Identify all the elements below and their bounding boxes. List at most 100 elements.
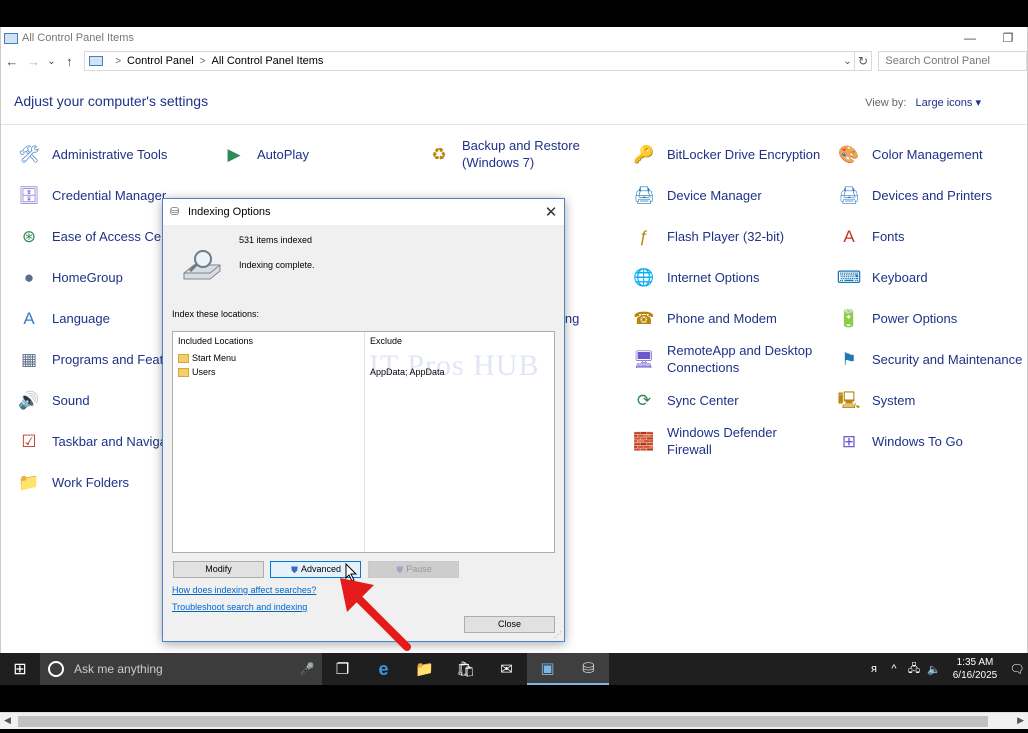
how-indexing-affects-link[interactable]: How does indexing affect searches? (172, 585, 316, 595)
remoteapp-icon: 🖥 (633, 349, 655, 369)
ease-of-access-icon: ⊛ (21, 226, 37, 246)
cp-item-phone[interactable]: ☎ Phone and Modem (631, 298, 776, 338)
locations-list[interactable]: Included Locations Start Menu Users Excl… (172, 331, 555, 553)
dialog-close-icon[interactable]: ✕ (538, 203, 564, 221)
store-icon[interactable]: 🛍 (445, 653, 486, 685)
scroll-right-icon[interactable]: ▶ (1017, 715, 1024, 726)
device-manager-icon: 🖨 (633, 185, 655, 205)
cp-item-color-management[interactable]: 🎨 Color Management (836, 134, 982, 174)
task-view-icon[interactable]: ❐ (322, 653, 363, 685)
window-titlebar: All Control Panel Items — ❐ (1, 27, 1027, 49)
restore-button[interactable]: ❐ (989, 31, 1027, 45)
cp-item-label: Language (52, 310, 110, 326)
cp-item-label: Taskbar and Naviga (52, 433, 167, 449)
show-hidden-icons-icon[interactable]: ^ (884, 663, 904, 675)
cp-item-flash[interactable]: ƒ Flash Player (32-bit) (631, 216, 784, 256)
people-icon[interactable]: ᴙ (864, 663, 884, 675)
cp-item-label: Device Manager (667, 187, 762, 203)
scrollbar-thumb[interactable] (18, 716, 988, 727)
address-dropdown-icon[interactable]: ⌄ (842, 56, 854, 67)
edge-icon[interactable]: e (363, 653, 404, 685)
scroll-left-icon[interactable]: ◀ (4, 715, 11, 726)
up-button[interactable]: ↑ (58, 54, 80, 69)
view-by-dropdown[interactable]: Large icons ▾ (916, 97, 981, 109)
resize-grip-icon[interactable]: ⋰ (554, 630, 562, 639)
cp-item-admin-tools[interactable]: 🛠 Administrative Tools (16, 134, 167, 174)
items-indexed-count: 531 items indexed (239, 235, 313, 245)
cp-item-bitlocker[interactable]: 🔑 BitLocker Drive Encryption (631, 134, 820, 174)
cp-item-work-folders[interactable]: 📁 Work Folders (16, 462, 129, 502)
cp-item-remoteapp[interactable]: 🖥 RemoteApp and Desktop Connections (631, 339, 812, 379)
folder-icon (178, 367, 189, 377)
search-input[interactable]: Search Control Panel (878, 51, 1027, 71)
dialog-titlebar: ⛁ Indexing Options ✕ (163, 199, 564, 225)
cp-item-autoplay[interactable]: ▶ AutoPlay (221, 134, 309, 174)
phone-icon: ☎ (633, 308, 655, 328)
cp-item-language[interactable]: A Language (16, 298, 110, 338)
taskbar-icon: ☑ (21, 431, 37, 451)
cp-item-windows-to-go[interactable]: ⊞ Windows To Go (836, 421, 963, 461)
cp-item-speaker[interactable]: 🔊 Sound (16, 380, 90, 420)
action-center-icon[interactable]: 🗨 (1006, 662, 1028, 676)
cp-item-backup[interactable]: ♻ Backup and Restore (Windows 7) (426, 134, 579, 174)
start-button[interactable]: ⊞ (0, 659, 40, 679)
address-bar[interactable]: > Control Panel > All Control Panel Item… (84, 51, 855, 71)
system-tray: ᴙ ^ 🖧 🔈 1:35 AM 6/16/2025 🗨 (864, 656, 1028, 682)
back-button[interactable]: ← (1, 54, 23, 69)
cp-item-keyboard[interactable]: ⌨ Keyboard (836, 257, 928, 297)
refresh-button[interactable]: ↻ (854, 51, 873, 71)
cp-item-fonts[interactable]: A Fonts (836, 216, 904, 256)
index-locations-label: Index these locations: (172, 309, 260, 319)
cp-item-sync[interactable]: ⟳ Sync Center (631, 380, 739, 420)
minimize-button[interactable]: — (951, 31, 989, 45)
cp-item-label: Programs and Featu (52, 351, 171, 367)
close-button[interactable]: Close (464, 616, 555, 633)
cp-item-label: Sync Center (667, 392, 739, 408)
power-options-icon: 🔋 (838, 308, 860, 328)
exclude-value (365, 351, 554, 365)
modify-button[interactable]: Modify (173, 561, 264, 578)
control-panel-icon[interactable]: ▣ (527, 653, 568, 685)
microphone-icon[interactable]: 🎤 (292, 662, 322, 676)
cp-item-ease-of-access[interactable]: ⊛ Ease of Access Cent (16, 216, 172, 256)
cp-item-firewall[interactable]: 🧱 Windows Defender Firewall (631, 421, 777, 461)
cp-item-device-manager[interactable]: 🖨 Device Manager (631, 175, 762, 215)
cp-item-label: Windows Defender Firewall (667, 425, 777, 457)
cp-item-flag[interactable]: ⚑ Security and Maintenance (836, 339, 1022, 379)
clock[interactable]: 1:35 AM 6/16/2025 (944, 656, 1006, 682)
cp-item-power-options[interactable]: 🔋 Power Options (836, 298, 957, 338)
cp-item-label: Sound (52, 392, 90, 408)
admin-tools-icon: 🛠 (18, 144, 40, 164)
breadcrumb-separator: > (199, 55, 206, 67)
work-folders-icon: 📁 (18, 472, 40, 492)
troubleshoot-link[interactable]: Troubleshoot search and indexing (172, 602, 307, 612)
cp-item-printer[interactable]: 🖨 Devices and Printers (836, 175, 992, 215)
volume-icon[interactable]: 🔈 (924, 663, 944, 676)
breadcrumb-control-panel[interactable]: Control Panel (127, 55, 194, 67)
cp-item-homegroup[interactable]: ● HomeGroup (16, 257, 123, 297)
cp-item-label: Credential Manager (52, 187, 167, 203)
cp-item-programs[interactable]: ▦ Programs and Featu (16, 339, 171, 379)
speaker-icon: 🔊 (18, 390, 40, 410)
location-row[interactable]: Users (173, 365, 364, 379)
file-explorer-icon[interactable]: 📁 (404, 653, 445, 685)
recent-locations-button[interactable]: ⌄ (45, 56, 59, 67)
cp-item-system[interactable]: 🖳 System (836, 380, 916, 420)
cp-item-taskbar[interactable]: ☑ Taskbar and Naviga (16, 421, 167, 461)
mail-icon[interactable]: ✉ (486, 653, 527, 685)
location-row[interactable]: Start Menu (173, 351, 364, 365)
indexing-options-icon[interactable]: ⛁ (568, 653, 609, 685)
annotation-arrow-icon (340, 578, 411, 651)
cp-item-credential-manager[interactable]: 🗄 Credential Manager (16, 175, 166, 215)
cp-item-label: Administrative Tools (52, 146, 168, 162)
page-title: Adjust your computer's settings (14, 93, 209, 109)
network-icon[interactable]: 🖧 (904, 660, 924, 679)
cp-item-internet-options[interactable]: 🌐 Internet Options (631, 257, 759, 297)
cp-item-label: Devices and Printers (872, 187, 992, 203)
horizontal-scrollbar[interactable]: ◀ ▶ (0, 712, 1028, 729)
cortana-placeholder: Ask me anything (74, 662, 163, 676)
forward-button[interactable]: → (23, 54, 45, 69)
cortana-search-box[interactable]: Ask me anything 🎤 (40, 653, 322, 685)
breadcrumb-all-items[interactable]: All Control Panel Items (212, 55, 324, 67)
internet-options-icon: 🌐 (633, 267, 655, 287)
